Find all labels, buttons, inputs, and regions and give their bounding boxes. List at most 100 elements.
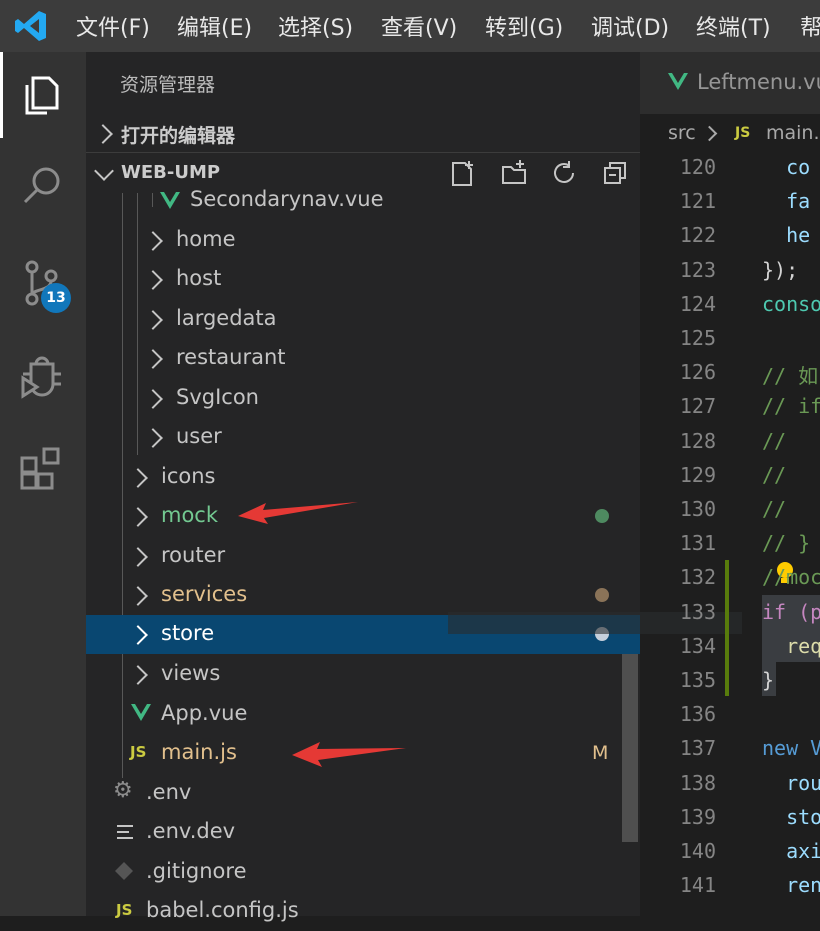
vue-file-icon	[131, 704, 151, 721]
code-line[interactable]: fa	[762, 189, 810, 213]
menu-terminal[interactable]: 终端(T)	[696, 10, 771, 42]
vue-file-icon	[668, 73, 688, 90]
line-number: 122	[679, 223, 716, 248]
tree-item-label: Secondarynav.vue	[190, 187, 384, 211]
menu-debug[interactable]: 调试(D)	[591, 10, 669, 42]
tree-item-host[interactable]: host	[86, 260, 640, 299]
code-line[interactable]: // if	[762, 394, 820, 418]
js-file-icon: JS	[735, 125, 751, 141]
tree-item-svgicon[interactable]: SvgIcon	[86, 379, 640, 418]
annotation-arrow-icon	[292, 742, 406, 767]
line-number: 125	[679, 326, 716, 350]
tree-item-router[interactable]: router	[86, 537, 640, 576]
code-line[interactable]: if (p	[762, 600, 820, 624]
code-line[interactable]: }	[762, 668, 774, 692]
tree-item-label: home	[176, 227, 236, 251]
js-file-icon: JS	[130, 743, 147, 761]
code-line[interactable]: //	[762, 429, 786, 453]
search-icon[interactable]	[18, 160, 68, 210]
code-line[interactable]: rou	[762, 771, 820, 795]
git-modified-badge: M	[592, 742, 609, 764]
tree-item-label: router	[161, 543, 226, 567]
breadcrumb-file[interactable]: main.	[766, 122, 820, 144]
text-file-icon	[117, 825, 133, 839]
tree-item-services[interactable]: services	[86, 576, 640, 615]
debug-icon[interactable]	[18, 350, 68, 400]
explorer-icon[interactable]	[18, 68, 68, 118]
menu-go[interactable]: 转到(G)	[485, 10, 563, 42]
gear-icon: ⚙	[113, 778, 133, 803]
tree-item-secondarynav[interactable]: Secondarynav.vue	[86, 183, 640, 222]
code-line[interactable]: });	[762, 258, 798, 282]
tree-item-label: App.vue	[161, 701, 248, 725]
code-line[interactable]: he	[762, 223, 810, 247]
extensions-icon[interactable]	[18, 444, 68, 494]
tree-item-label: babel.config.js	[146, 898, 299, 922]
code-line[interactable]: axi	[762, 839, 820, 863]
tree-item-label: views	[161, 661, 221, 685]
code-line[interactable]: sto	[762, 805, 820, 829]
code-line[interactable]: //	[762, 497, 786, 521]
line-number: 126	[679, 360, 716, 385]
js-file-icon: JS	[116, 901, 133, 919]
line-number: 133	[679, 599, 716, 624]
git-status-dot	[595, 509, 609, 523]
tree-item-label: .env	[146, 780, 192, 804]
tree-item-label: icons	[161, 464, 216, 488]
project-label: WEB-UMP	[121, 162, 221, 183]
code-line[interactable]: ren	[762, 873, 820, 897]
tree-item-label: .gitignore	[146, 859, 247, 883]
line-number: 134	[679, 633, 716, 658]
tree-item-restaurant[interactable]: restaurant	[86, 339, 640, 378]
editor-tab-bar: Leftmenu.vu	[640, 52, 820, 114]
code-line[interactable]: new V	[762, 736, 820, 760]
tree-item-env[interactable]: ⚙ .env	[86, 774, 640, 813]
code-line[interactable]: // }	[762, 531, 810, 555]
tree-item-user[interactable]: user	[86, 418, 640, 457]
breadcrumb: src JS main.	[640, 114, 820, 154]
tree-item-babel-config[interactable]: JS babel.config.js	[86, 892, 640, 931]
tree-item-app-vue[interactable]: App.vue	[86, 695, 640, 734]
menu-view[interactable]: 查看(V)	[381, 10, 457, 42]
sidebar-title: 资源管理器	[120, 74, 216, 96]
tree-item-views[interactable]: views	[86, 655, 640, 694]
tree-item-gitignore[interactable]: .gitignore	[86, 853, 640, 892]
line-number: 130	[679, 497, 716, 521]
line-number: 121	[679, 189, 716, 214]
line-number: 120	[679, 155, 716, 179]
git-file-icon	[115, 862, 133, 880]
code-line[interactable]: co	[762, 155, 810, 179]
menu-file[interactable]: 文件(F)	[76, 10, 150, 42]
tree-item-label: main.js	[161, 740, 237, 764]
tree-item-label: store	[161, 621, 215, 645]
code-line[interactable]: conso	[762, 292, 820, 316]
menu-help[interactable]: 帮	[800, 10, 820, 42]
code-line[interactable]: //	[762, 463, 786, 487]
sidebar-scrollbar-thumb[interactable]	[622, 654, 638, 842]
tree-item-largedata[interactable]: largedata	[86, 300, 640, 339]
line-number: 131	[679, 531, 716, 556]
editor-tab-label[interactable]: Leftmenu.vu	[697, 70, 820, 94]
menu-edit[interactable]: 编辑(E)	[177, 10, 252, 42]
tree-item-label: user	[176, 424, 222, 448]
menu-selection[interactable]: 选择(S)	[278, 10, 353, 42]
git-added-gutter	[725, 560, 729, 696]
code-line[interactable]: // 如	[762, 360, 818, 389]
menu-bar: 文件(F) 编辑(E) 选择(S) 查看(V) 转到(G) 调试(D) 终端(T…	[0, 0, 820, 52]
line-number: 127	[679, 394, 716, 419]
code-line[interactable]: req	[762, 634, 820, 658]
active-indicator	[0, 52, 3, 138]
line-number: 124	[679, 291, 716, 316]
line-number: 132	[679, 565, 716, 590]
section-divider	[86, 152, 640, 153]
code-line[interactable]: //moc	[762, 565, 820, 589]
tree-item-home[interactable]: home	[86, 221, 640, 260]
line-number: 135	[679, 668, 716, 692]
line-number: 136	[679, 702, 716, 727]
tree-item-label: services	[161, 582, 248, 606]
line-number: 128	[679, 428, 716, 453]
scm-badge: 13	[41, 283, 71, 313]
open-editors-section[interactable]: 打开的编辑器	[86, 115, 640, 153]
breadcrumb-folder[interactable]: src	[668, 122, 696, 144]
tree-item-env-dev[interactable]: .env.dev	[86, 813, 640, 852]
